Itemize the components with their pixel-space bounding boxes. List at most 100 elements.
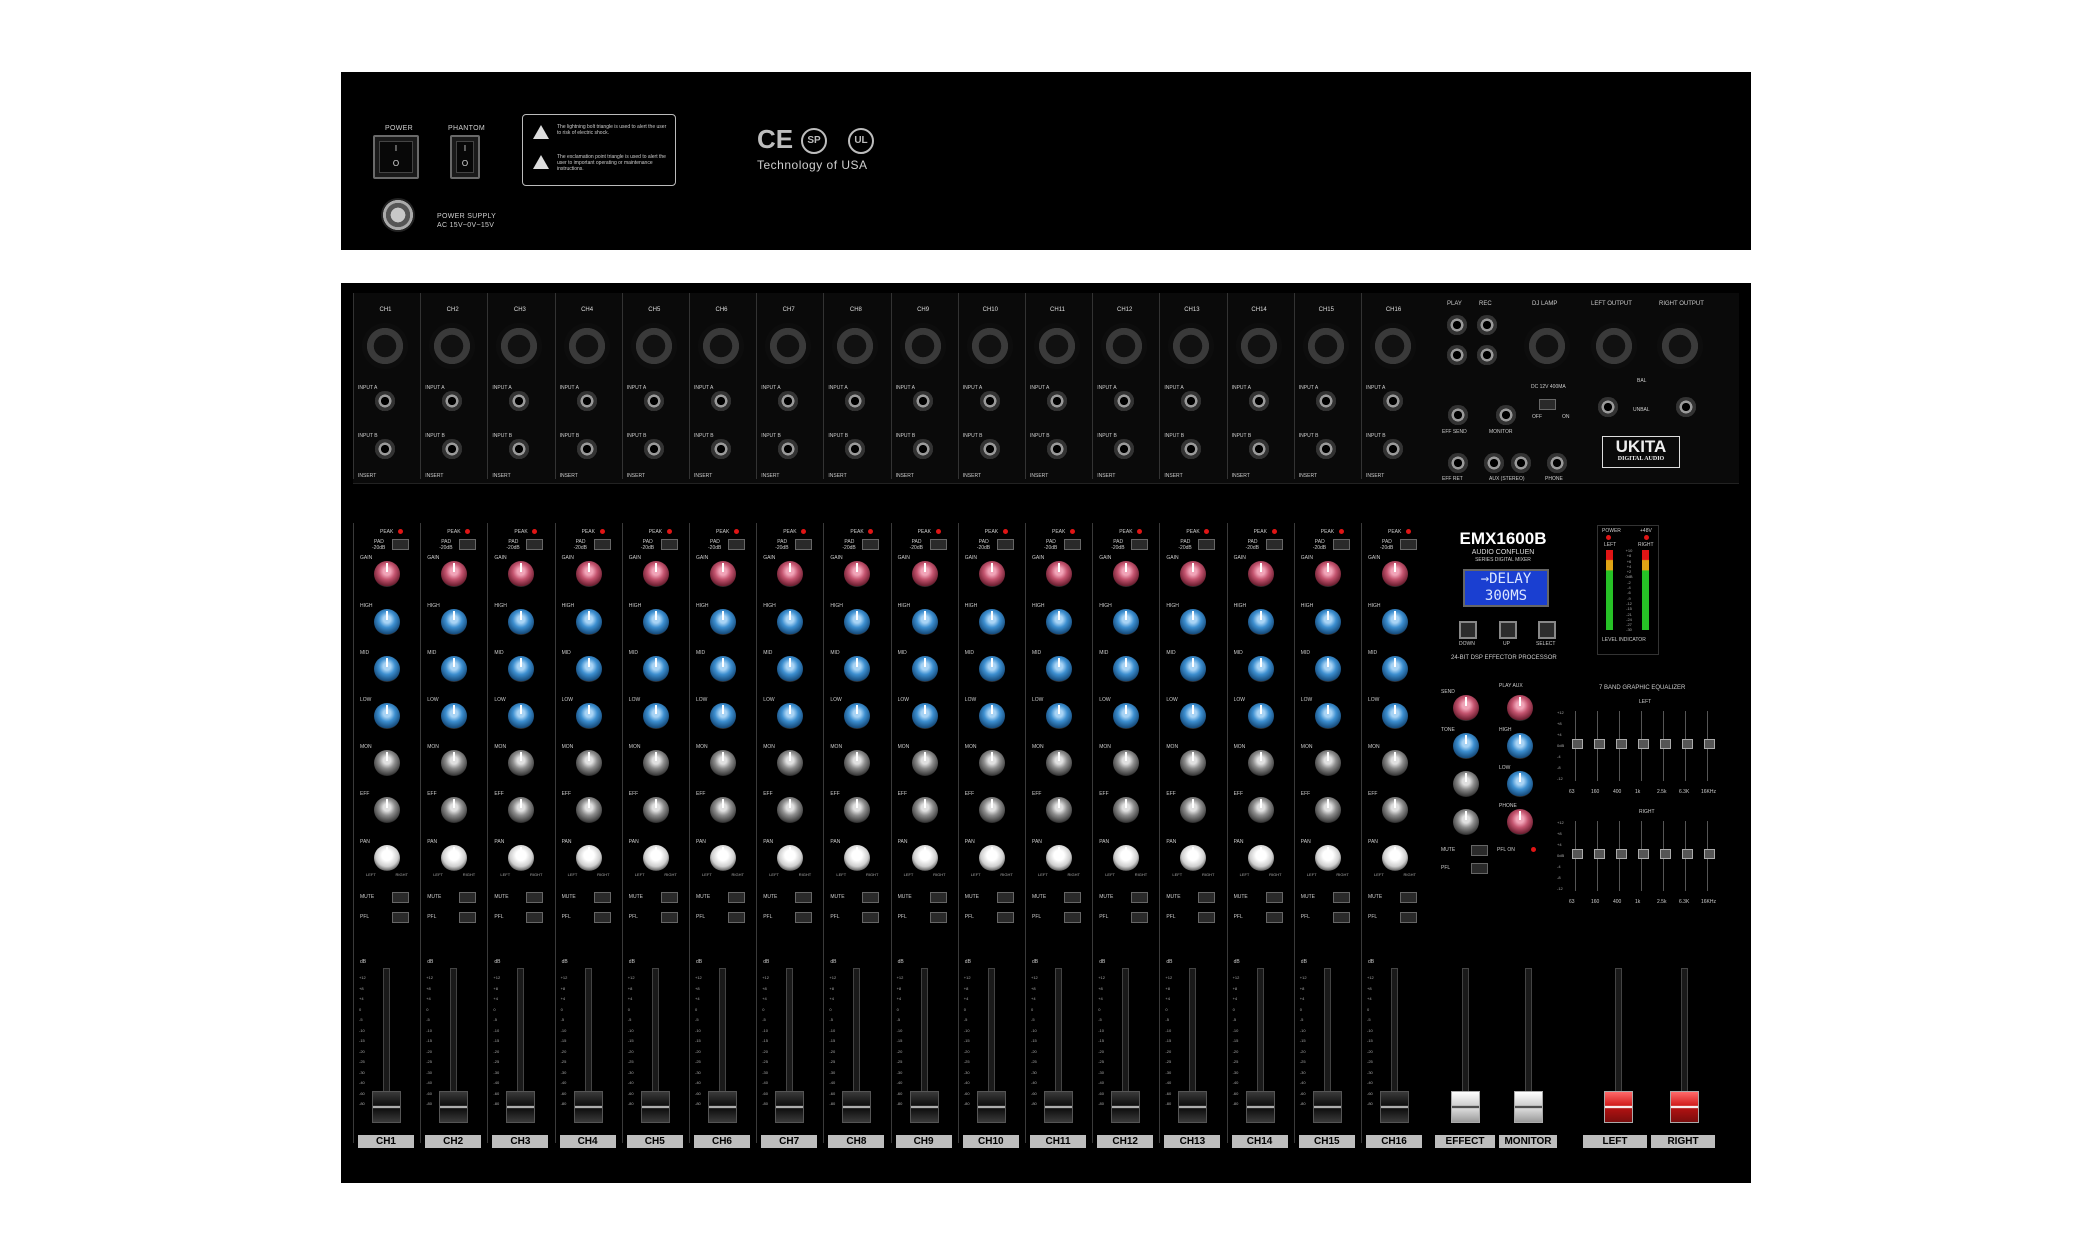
left-output-xlr[interactable] xyxy=(1591,323,1637,369)
mon-knob[interactable] xyxy=(1314,750,1341,776)
mid-knob[interactable] xyxy=(508,656,535,682)
low-knob[interactable] xyxy=(1314,703,1341,729)
low-knob[interactable] xyxy=(710,703,736,729)
low-knob[interactable] xyxy=(1247,703,1274,729)
monitor-high-knob[interactable] xyxy=(1507,733,1533,759)
pfl-button[interactable] xyxy=(459,912,477,923)
mute-button[interactable] xyxy=(459,892,477,903)
select-button[interactable] xyxy=(1538,621,1556,639)
high-knob[interactable] xyxy=(1314,609,1341,635)
mon-knob[interactable] xyxy=(777,750,804,776)
mid-knob[interactable] xyxy=(575,656,602,682)
gain-knob[interactable] xyxy=(441,561,468,587)
pan-knob[interactable] xyxy=(1113,845,1140,871)
mute-button[interactable] xyxy=(929,892,947,903)
xlr-input-jack[interactable] xyxy=(630,323,677,369)
pan-knob[interactable] xyxy=(508,845,535,871)
mon-knob[interactable] xyxy=(374,750,400,776)
pan-knob[interactable] xyxy=(1382,845,1408,871)
eq-slider-cap[interactable] xyxy=(1594,739,1605,749)
gain-knob[interactable] xyxy=(508,561,535,587)
low-knob[interactable] xyxy=(1113,703,1140,729)
mid-knob[interactable] xyxy=(374,656,400,682)
pad-switch[interactable] xyxy=(996,539,1014,550)
mon-knob[interactable] xyxy=(1113,750,1140,776)
rec-l-rca-jack[interactable] xyxy=(1477,315,1497,335)
mid-knob[interactable] xyxy=(441,656,468,682)
monitor-fader[interactable] xyxy=(1514,1091,1543,1123)
xlr-input-jack[interactable] xyxy=(1034,323,1080,369)
pfl-button[interactable] xyxy=(1400,912,1417,923)
pfl-button[interactable] xyxy=(996,912,1014,923)
channel-fader[interactable] xyxy=(976,1091,1006,1123)
monitor-low-knob[interactable] xyxy=(1507,771,1533,797)
pan-knob[interactable] xyxy=(1247,845,1274,871)
pad-switch[interactable] xyxy=(392,539,409,550)
pfl-button[interactable] xyxy=(862,912,880,923)
effect-aux-knob[interactable] xyxy=(1453,771,1479,797)
low-knob[interactable] xyxy=(1382,703,1408,729)
eq-slider-cap[interactable] xyxy=(1704,849,1715,859)
mon-knob[interactable] xyxy=(441,750,468,776)
xlr-input-jack[interactable] xyxy=(496,323,543,369)
effect-return-knob[interactable] xyxy=(1453,809,1479,835)
channel-fader[interactable] xyxy=(775,1091,805,1123)
eq-slider-cap[interactable] xyxy=(1704,739,1715,749)
pad-switch[interactable] xyxy=(1332,539,1350,550)
mon-knob[interactable] xyxy=(508,750,535,776)
eq-slider-16KHz[interactable] xyxy=(1704,711,1718,781)
eff-knob[interactable] xyxy=(642,797,669,823)
pan-knob[interactable] xyxy=(911,845,938,871)
eq-slider-1k[interactable] xyxy=(1638,711,1652,781)
mid-knob[interactable] xyxy=(844,656,871,682)
low-knob[interactable] xyxy=(508,703,535,729)
gain-knob[interactable] xyxy=(710,561,736,587)
input-a-jack[interactable] xyxy=(442,391,463,411)
xlr-input-jack[interactable] xyxy=(1235,323,1282,369)
eff-knob[interactable] xyxy=(978,797,1005,823)
pfl-button[interactable] xyxy=(593,912,611,923)
pfl-button[interactable] xyxy=(1198,912,1216,923)
eff-knob[interactable] xyxy=(1382,797,1408,823)
input-b-jack[interactable] xyxy=(912,439,933,459)
gain-knob[interactable] xyxy=(1113,561,1140,587)
eq-slider-cap[interactable] xyxy=(1572,739,1583,749)
eff-knob[interactable] xyxy=(710,797,736,823)
xlr-input-jack[interactable] xyxy=(966,323,1013,369)
pan-knob[interactable] xyxy=(441,845,468,871)
eq-slider-cap[interactable] xyxy=(1616,849,1627,859)
pad-switch[interactable] xyxy=(459,539,477,550)
play-l-rca-jack[interactable] xyxy=(1447,315,1467,335)
low-knob[interactable] xyxy=(978,703,1005,729)
xlr-input-jack[interactable] xyxy=(1168,323,1215,369)
eq-slider-2.5k[interactable] xyxy=(1660,821,1674,891)
xlr-input-jack[interactable] xyxy=(899,323,946,369)
pan-knob[interactable] xyxy=(1314,845,1341,871)
effect-fader[interactable] xyxy=(1451,1091,1480,1123)
gain-knob[interactable] xyxy=(844,561,871,587)
eq-slider-16KHz[interactable] xyxy=(1704,821,1718,891)
low-knob[interactable] xyxy=(1180,703,1207,729)
low-knob[interactable] xyxy=(374,703,400,729)
effect-pfl-button[interactable] xyxy=(1471,863,1488,874)
pad-switch[interactable] xyxy=(862,539,880,550)
high-knob[interactable] xyxy=(575,609,602,635)
eff-knob[interactable] xyxy=(374,797,400,823)
channel-fader[interactable] xyxy=(1380,1091,1409,1123)
high-knob[interactable] xyxy=(777,609,804,635)
eff-knob[interactable] xyxy=(911,797,938,823)
pan-knob[interactable] xyxy=(1046,845,1072,871)
input-b-jack[interactable] xyxy=(375,439,395,459)
input-a-jack[interactable] xyxy=(912,391,933,411)
channel-fader[interactable] xyxy=(1178,1091,1208,1123)
pfl-button[interactable] xyxy=(1265,912,1283,923)
channel-fader[interactable] xyxy=(1044,1091,1073,1123)
channel-fader[interactable] xyxy=(439,1091,469,1123)
mid-knob[interactable] xyxy=(710,656,736,682)
mid-knob[interactable] xyxy=(777,656,804,682)
mute-button[interactable] xyxy=(1265,892,1283,903)
input-b-jack[interactable] xyxy=(1383,439,1403,459)
pan-knob[interactable] xyxy=(1180,845,1207,871)
pfl-button[interactable] xyxy=(795,912,813,923)
mute-button[interactable] xyxy=(795,892,813,903)
